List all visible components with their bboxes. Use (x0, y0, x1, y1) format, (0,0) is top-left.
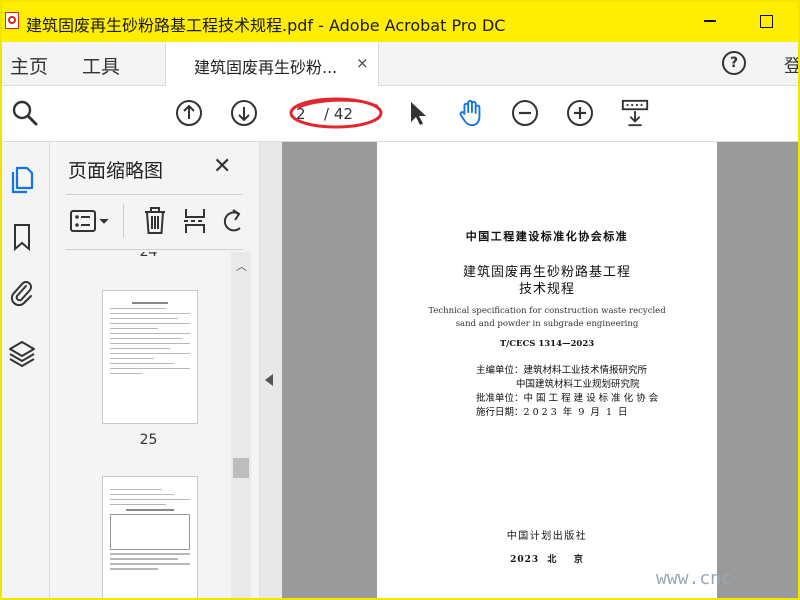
previous-page-icon[interactable] (174, 98, 204, 128)
tools-tab[interactable]: 工具 (82, 52, 120, 79)
toolbar-separator (123, 204, 124, 238)
tab-bar: 主页 工具 建筑固废再生砂粉... × ? 登 (0, 42, 800, 86)
attachments-icon[interactable] (5, 276, 39, 310)
scroll-up-icon[interactable]: ︿ (236, 258, 247, 274)
next-page-icon[interactable] (229, 98, 259, 128)
effective-date: 2 0 2 3 年 9 月 1 日 (523, 407, 628, 418)
minimize-icon (704, 20, 716, 22)
english-title-line1: Technical specification for construction… (428, 306, 666, 316)
sign-in-link[interactable]: 登 (784, 52, 800, 78)
page-label-24: 24 (139, 252, 158, 260)
zoom-out-icon[interactable] (510, 98, 540, 128)
approval-unit: 中 国 工 程 建 设 标 准 化 协 会 (523, 393, 659, 404)
hand-tool-icon[interactable] (456, 98, 486, 128)
standard-code: T/CECS 1314—2023 (499, 339, 595, 349)
chief-editor-unit2: 中国建筑材料工业规划研究院 (516, 379, 640, 390)
main-toolbar: 2 / 42 (0, 86, 800, 142)
chief-editor-label: 主编单位： (476, 365, 524, 376)
panel-divider (66, 194, 243, 195)
document-view[interactable]: 中国工程建设标准化协会标准 建筑固废再生砂粉路基工程 技术规程 Technica… (260, 142, 800, 600)
effective-date-row: 施行日期：2 0 2 3 年 9 月 1 日 (476, 404, 628, 418)
publisher: 中国计划出版社 (506, 531, 588, 542)
page-thumbnail-25[interactable] (102, 290, 198, 424)
help-icon[interactable]: ? (722, 51, 746, 75)
watermark: www.cnc (656, 568, 732, 589)
panel-divider (66, 249, 243, 250)
page-thumbnails-icon[interactable] (5, 162, 39, 196)
rotate-page-icon[interactable] (216, 204, 250, 238)
page-number-field[interactable]: 2 / 42 (286, 100, 378, 128)
scrollbar-thumb[interactable] (233, 458, 249, 478)
approval-row: 批准单位：中 国 工 程 建 设 标 准 化 协 会 (476, 390, 658, 404)
chief-editor-unit1: 建筑材料工业技术情报研究所 (523, 365, 648, 376)
total-pages-label: / 42 (324, 105, 353, 123)
window-title: 建筑固废再生砂粉路基工程技术规程.pdf - Adobe Acrobat Pro… (26, 16, 506, 35)
layers-icon[interactable] (5, 336, 39, 370)
maximize-icon (759, 14, 773, 28)
effective-date-label: 施行日期： (476, 407, 524, 418)
document-tab[interactable]: 建筑固废再生砂粉... × (165, 42, 379, 86)
page-thumbnails-panel: 页面缩略图 ✕ 24 25 ︿ (50, 142, 260, 600)
close-panel-icon[interactable]: ✕ (213, 154, 231, 179)
zoom-in-icon[interactable] (565, 98, 595, 128)
publication-year-city: 2023 北 京 (510, 555, 584, 565)
title-bar: 建筑固废再生砂粉路基工程技术规程.pdf - Adobe Acrobat Pro… (0, 0, 800, 42)
acrobat-app-icon (5, 12, 19, 29)
approval-label: 批准单位： (476, 393, 524, 404)
left-navigation-rail (0, 142, 50, 600)
thumbnail-options-icon[interactable] (66, 204, 114, 238)
thumbnail-list: 24 25 (66, 252, 231, 600)
extract-page-icon[interactable] (178, 204, 212, 238)
english-title-line2: sand and powder in subgrade engineering (455, 319, 639, 329)
delete-page-icon[interactable] (138, 204, 172, 238)
zoom-search-icon[interactable] (10, 98, 40, 128)
document-title-line2: 技术规程 (518, 282, 575, 297)
minimize-button[interactable] (690, 8, 730, 34)
pdf-page: 中国工程建设标准化协会标准 建筑固废再生砂粉路基工程 技术规程 Technica… (377, 142, 717, 600)
home-tab[interactable]: 主页 (10, 52, 48, 79)
chief-editor-row1: 主编单位：建筑材料工业技术情报研究所 (476, 362, 647, 376)
close-tab-icon[interactable]: × (356, 54, 369, 72)
document-tab-label: 建筑固废再生砂粉... (194, 58, 338, 77)
collapse-left-icon (265, 374, 273, 386)
panel-title: 页面缩略图 (68, 160, 164, 182)
maximize-button[interactable] (746, 8, 786, 34)
collapse-panel-handle[interactable] (260, 142, 282, 600)
thumbnail-scrollbar[interactable]: ︿ (231, 252, 251, 600)
bookmarks-icon[interactable] (5, 220, 39, 254)
keyboard-scroll-icon[interactable] (620, 98, 650, 128)
select-pointer-icon[interactable] (402, 98, 432, 128)
standard-body: 中国工程建设标准化协会标准 (465, 230, 629, 243)
page-label-25: 25 (139, 432, 158, 448)
current-page-input[interactable]: 2 (296, 105, 306, 123)
page-thumbnail-26[interactable] (102, 476, 198, 600)
